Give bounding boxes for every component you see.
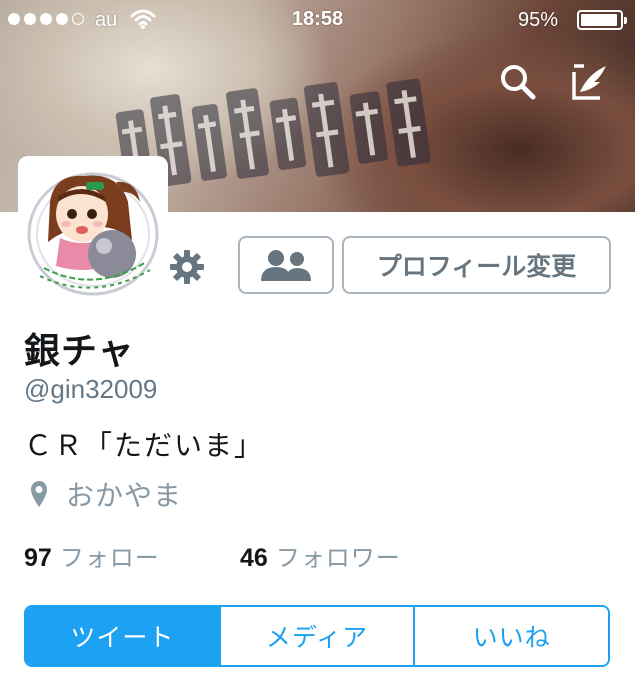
profile-avatar[interactable] bbox=[18, 156, 168, 304]
search-icon bbox=[501, 65, 536, 100]
following-count: 97 bbox=[24, 544, 52, 572]
gear-icon bbox=[170, 250, 204, 284]
location-text: おかやま bbox=[66, 479, 183, 512]
settings-button[interactable] bbox=[166, 246, 208, 288]
edit-profile-button[interactable]: プロフィール変更 bbox=[342, 236, 611, 294]
people-icon bbox=[261, 250, 311, 281]
battery-level-fill bbox=[581, 14, 618, 26]
follow-list-button[interactable] bbox=[238, 236, 334, 294]
search-button[interactable] bbox=[494, 58, 542, 106]
location-pin-icon bbox=[31, 481, 47, 507]
tab-tweets[interactable]: ツイート bbox=[26, 607, 219, 665]
tab-media[interactable]: メディア bbox=[218, 607, 414, 665]
profile-bio: ＣＲ「ただいま」 bbox=[24, 429, 265, 462]
profile-screen: au 18:58 95% プロフィール変更 銀チャ @gin32009 ＣＲ「た… bbox=[0, 0, 635, 680]
compose-tweet-icon bbox=[572, 64, 606, 100]
followers-stat[interactable]: 46 フォロワー bbox=[240, 538, 401, 573]
avatar-illustration bbox=[24, 162, 162, 298]
profile-location: おかやま bbox=[30, 474, 182, 514]
following-stat[interactable]: 97 フォロー bbox=[24, 538, 160, 573]
followers-count: 46 bbox=[240, 544, 268, 572]
battery-percent: 95% bbox=[518, 9, 559, 31]
user-handle: @gin32009 bbox=[24, 374, 158, 404]
battery-icon bbox=[577, 10, 627, 30]
followers-label: フォロワー bbox=[275, 544, 401, 572]
tab-likes[interactable]: いいね bbox=[413, 607, 608, 665]
display-name: 銀チャ bbox=[24, 331, 135, 372]
status-bar: au 18:58 95% bbox=[0, 0, 635, 40]
following-label: フォロー bbox=[59, 544, 160, 572]
profile-tabs: ツイート メディア いいね bbox=[24, 605, 610, 667]
compose-tweet-button[interactable] bbox=[566, 58, 614, 106]
